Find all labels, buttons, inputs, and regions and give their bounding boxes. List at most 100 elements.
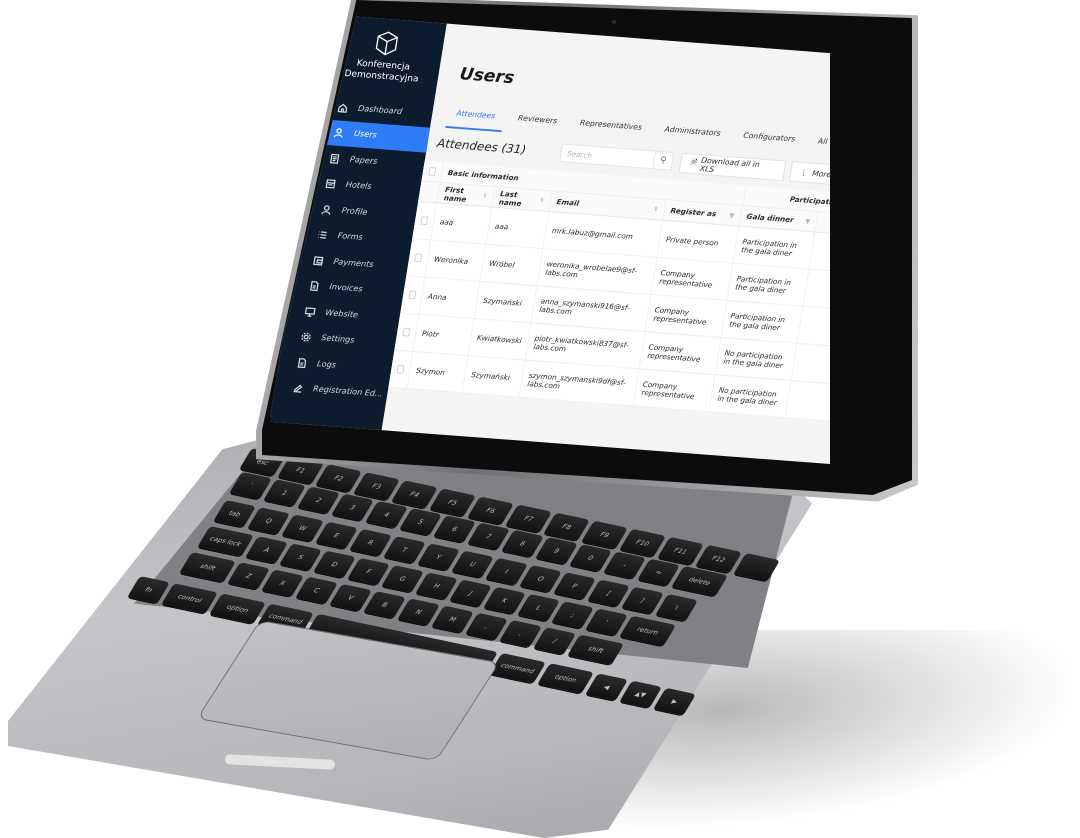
cell-first-name: Weronika: [425, 240, 487, 281]
sidebar-item-label: Dashboard: [357, 104, 403, 117]
cell-text: Weronika: [433, 254, 469, 266]
cell-text: Szymański: [482, 296, 523, 308]
profile-icon: [320, 204, 333, 216]
file-icon: 🗎: [689, 157, 697, 167]
attendees-table: Basic information Participation optic Fi…: [388, 161, 830, 422]
col-last-name-label: Last name: [498, 188, 523, 208]
download-xls-button[interactable]: 🗎 Download all in XLS: [678, 152, 787, 182]
download-label: Download all in XLS: [699, 156, 761, 174]
cell-register-as: Private person: [657, 220, 740, 263]
search-placeholder: Search: [566, 149, 593, 160]
invoice-icon: [308, 280, 321, 292]
cell-gala-dinner: Participation in the gala diner: [727, 263, 810, 306]
app-window: Konferencja Demonstracyjna Dashboard User…: [270, 14, 830, 464]
sidebar-item-label: Forms: [336, 231, 364, 243]
col-first-name-label: First name: [443, 184, 467, 204]
tab-administrators[interactable]: Administrators: [654, 121, 731, 150]
row-checkbox[interactable]: [420, 216, 429, 226]
search-input[interactable]: Search ⚲: [559, 143, 675, 171]
table-body: aaa aaa mrk.labuz@gmail.com Private person P…: [388, 201, 830, 422]
edit-icon: [291, 382, 304, 394]
cell-last-name: Kwiatkowski: [468, 319, 532, 360]
sort-icon[interactable]: ⇕: [482, 193, 488, 200]
cell-text: Company representative: [658, 268, 714, 289]
cell-text: Kwiatkowski: [476, 333, 523, 346]
cell-last-name: Wróbel: [480, 244, 544, 286]
tab-all-users[interactable]: All users: [807, 132, 830, 159]
cell-text: No participation in the gala diner: [722, 348, 784, 370]
cell-text: piotr_kwiatkowski837@sf-labs.com: [532, 333, 630, 353]
home-icon: [336, 101, 349, 113]
col-register-as-label: Register as: [669, 206, 717, 219]
cell-first-name: Piotr: [413, 314, 475, 356]
cell-register-as: Company representative: [639, 332, 722, 375]
sidebar-item-label: Payments: [332, 257, 375, 270]
sidebar-item-label: Settings: [320, 333, 356, 346]
section-title: Attendees (31): [436, 135, 528, 157]
select-all-checkbox[interactable]: [428, 167, 437, 176]
tab-configurators[interactable]: Configurators: [732, 127, 805, 156]
more-label: More: [811, 168, 830, 179]
cell-text: Participation in the gala diner: [740, 236, 798, 258]
cell-gala-dinner: Participation in the gala diner: [721, 300, 804, 343]
cell-text: No participation in the gala diner: [716, 385, 778, 407]
cell-gala-dinner: No participation in the gala diner: [715, 338, 798, 381]
page-title: Users: [458, 64, 516, 88]
cell-last-name: aaa: [486, 207, 550, 249]
row-checkbox[interactable]: [402, 327, 411, 337]
sidebar-item-label: Users: [353, 129, 378, 141]
cube-logo-icon: [375, 31, 399, 56]
sidebar-item-label: Logs: [316, 359, 337, 371]
sort-icon[interactable]: ⇕: [539, 197, 545, 204]
row-checkbox[interactable]: [408, 290, 417, 300]
cell-text: Participation in the gala diner: [734, 273, 792, 295]
tab-representatives[interactable]: Representatives: [569, 114, 652, 143]
filter-icon[interactable]: ▼: [805, 217, 811, 225]
cell-first-name: Szymon: [407, 351, 469, 393]
cell-text: Szymański: [470, 370, 511, 382]
cell-text: szymon_szymanski9df@sf-labs.com: [526, 370, 627, 390]
cell-text: Company representative: [646, 342, 702, 364]
sidebar-item-label: Website: [324, 308, 359, 321]
cell-text: anna_szymanski916@sf-labs.com: [538, 296, 631, 316]
cell-text: weronika_wrobelae9@sf-labs.com: [544, 259, 638, 279]
cell-register-as: Company representative: [633, 369, 716, 412]
cell-register-as: Company representative: [651, 257, 734, 300]
cell-last-name: Szymański: [462, 356, 526, 397]
tab-attendees[interactable]: Attendees: [445, 104, 506, 133]
tab-reviewers[interactable]: Reviewers: [507, 109, 567, 137]
main-content: Users Attendees Reviewers Representatives A…: [377, 24, 830, 464]
cell-text: Private person: [665, 235, 720, 248]
users-icon: [332, 127, 345, 139]
cell-first-name: aaa: [431, 203, 493, 244]
monitor-icon: [304, 306, 317, 318]
sort-icon[interactable]: ⇕: [653, 206, 659, 213]
cell-last-name: Szymański: [474, 281, 538, 323]
sidebar-item-label: Registration Ed...: [312, 384, 384, 400]
camera-icon: [612, 19, 616, 25]
wallet-icon: [312, 255, 325, 267]
cell-text: aaa: [494, 221, 509, 232]
cell-text: Company representative: [640, 379, 696, 401]
cell-text: Szymon: [415, 366, 446, 377]
document-icon: [295, 357, 308, 369]
camera-notch: [580, 12, 648, 34]
sidebar-item-label: Invoices: [328, 282, 364, 295]
search-icon[interactable]: ⚲: [652, 151, 674, 170]
row-checkbox[interactable]: [414, 253, 423, 263]
list-icon: [316, 229, 329, 241]
cell-text: Anna: [427, 291, 448, 302]
sidebar-item-label: Hotels: [345, 180, 373, 192]
col-gala-dinner-label: Gala dinner: [745, 212, 795, 225]
filter-icon[interactable]: ▼: [729, 211, 735, 219]
papers-icon: [328, 153, 341, 165]
gear-icon: [299, 331, 312, 343]
cell-gala-dinner: Participation in the gala diner: [733, 226, 816, 269]
row-checkbox[interactable]: [396, 364, 405, 374]
screen: Konferencja Demonstracyjna Dashboard User…: [270, 14, 830, 464]
more-button[interactable]: ⋮ More: [788, 161, 830, 186]
cell-text: Participation in the gala diner: [728, 311, 786, 332]
cell-text: Wróbel: [488, 259, 516, 270]
cell-text: Piotr: [421, 329, 440, 339]
hotel-icon: [324, 178, 337, 190]
